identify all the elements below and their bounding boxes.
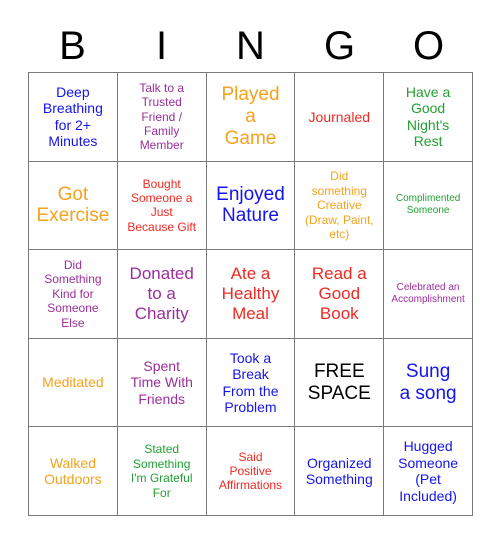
bingo-cell-r4-c3[interactable]: Took a Break From the Problem	[206, 338, 296, 428]
bingo-header-letter-g: G	[323, 24, 356, 68]
bingo-cell-label: Sung a song	[399, 360, 457, 404]
bingo-cell-label: Took a Break From the Problem	[222, 349, 279, 416]
bingo-card: B I N G O Deep Breathing for 2+ Minutes T…	[0, 0, 500, 544]
bingo-cell-r4-c2[interactable]: Spent Time With Friends	[117, 338, 207, 428]
bingo-cell-r3-c4[interactable]: Read a Good Book	[295, 250, 385, 339]
bingo-cell-r1-c2[interactable]: Talk to a Trusted Friend / Family Member	[117, 73, 207, 162]
bingo-cell-r2-c1[interactable]: Got Exercise	[29, 161, 118, 251]
bingo-cell-r4-c4[interactable]: FREE SPACE	[295, 338, 385, 428]
bingo-cell-r3-c3[interactable]: Ate a Healthy Meal	[206, 250, 296, 339]
bingo-cell-label: Bought Someone a Just Because Gift	[127, 176, 197, 234]
bingo-cell-r4-c1[interactable]: Meditated	[29, 338, 118, 428]
bingo-cell-label: Stated Something I'm Grateful For	[130, 442, 193, 500]
bingo-cell-r1-c3[interactable]: Played a Game	[206, 73, 296, 162]
bingo-cell-r5-c5[interactable]: Hugged Someone (Pet Included)	[384, 427, 473, 516]
bingo-cell-r1-c4[interactable]: Journaled	[295, 73, 385, 162]
bingo-header-letter-b: B	[59, 24, 86, 68]
bingo-cell-r5-c1[interactable]: Walked Outdoors	[29, 427, 118, 516]
bingo-cell-label: Ate a Healthy Meal	[221, 264, 280, 323]
bingo-cell-r1-c5[interactable]: Have a Good Night's Rest	[384, 73, 473, 162]
bingo-header-letter-o: O	[412, 24, 445, 68]
bingo-header: B I N G O	[28, 20, 473, 72]
bingo-cell-label: Did Something Kind for Someone Else	[44, 258, 102, 330]
bingo-cell-r5-c2[interactable]: Stated Something I'm Grateful For	[117, 427, 207, 516]
bingo-grid: Deep Breathing for 2+ Minutes Talk to a T…	[28, 72, 473, 516]
bingo-cell-label: Meditated	[42, 374, 104, 391]
bingo-cell-label: Have a Good Night's Rest	[405, 83, 451, 150]
bingo-cell-label: Talk to a Trusted Friend / Family Member	[139, 80, 185, 153]
bingo-cell-r1-c1[interactable]: Deep Breathing for 2+ Minutes	[29, 73, 118, 162]
bingo-cell-label: Journaled	[308, 108, 371, 125]
bingo-cell-label: Spent Time With Friends	[130, 357, 193, 407]
bingo-cell-label: Got Exercise	[36, 183, 110, 227]
bingo-cell-label: Played a Game	[221, 84, 280, 149]
bingo-cell-r4-c5[interactable]: Sung a song	[384, 338, 473, 428]
bingo-cell-label: FREE SPACE	[307, 360, 371, 404]
bingo-cell-label: Organized Something	[305, 454, 373, 488]
bingo-cell-r2-c5[interactable]: Complimented Someone	[384, 161, 473, 251]
bingo-cell-label: Donated to a Charity	[129, 264, 194, 323]
bingo-cell-label: Hugged Someone (Pet Included)	[398, 438, 459, 504]
bingo-cell-r3-c1[interactable]: Did Something Kind for Someone Else	[29, 250, 118, 339]
bingo-cell-r5-c3[interactable]: Said Positive Affirmations	[206, 427, 296, 516]
bingo-cell-label: Did something Creative (Draw, Paint, etc…	[304, 169, 374, 241]
bingo-cell-r2-c2[interactable]: Bought Someone a Just Because Gift	[117, 161, 207, 251]
bingo-cell-label: Celebrated an Accomplishment	[391, 281, 465, 305]
bingo-header-letter-i: I	[155, 24, 168, 68]
bingo-cell-label: Read a Good Book	[311, 264, 367, 323]
bingo-cell-r5-c4[interactable]: Organized Something	[295, 427, 385, 516]
bingo-cell-label: Complimented Someone	[395, 193, 461, 217]
bingo-cell-label: Said Positive Affirmations	[218, 449, 283, 493]
bingo-cell-r3-c5[interactable]: Celebrated an Accomplishment	[384, 250, 473, 339]
bingo-cell-label: Deep Breathing for 2+ Minutes	[42, 83, 103, 150]
bingo-cell-r2-c4[interactable]: Did something Creative (Draw, Paint, etc…	[295, 161, 385, 251]
bingo-cell-label: Enjoyed Nature	[216, 183, 285, 227]
bingo-cell-r3-c2[interactable]: Donated to a Charity	[117, 250, 207, 339]
bingo-cell-label: Walked Outdoors	[44, 454, 102, 488]
bingo-cell-r2-c3[interactable]: Enjoyed Nature	[206, 161, 296, 251]
bingo-header-letter-n: N	[236, 24, 265, 68]
